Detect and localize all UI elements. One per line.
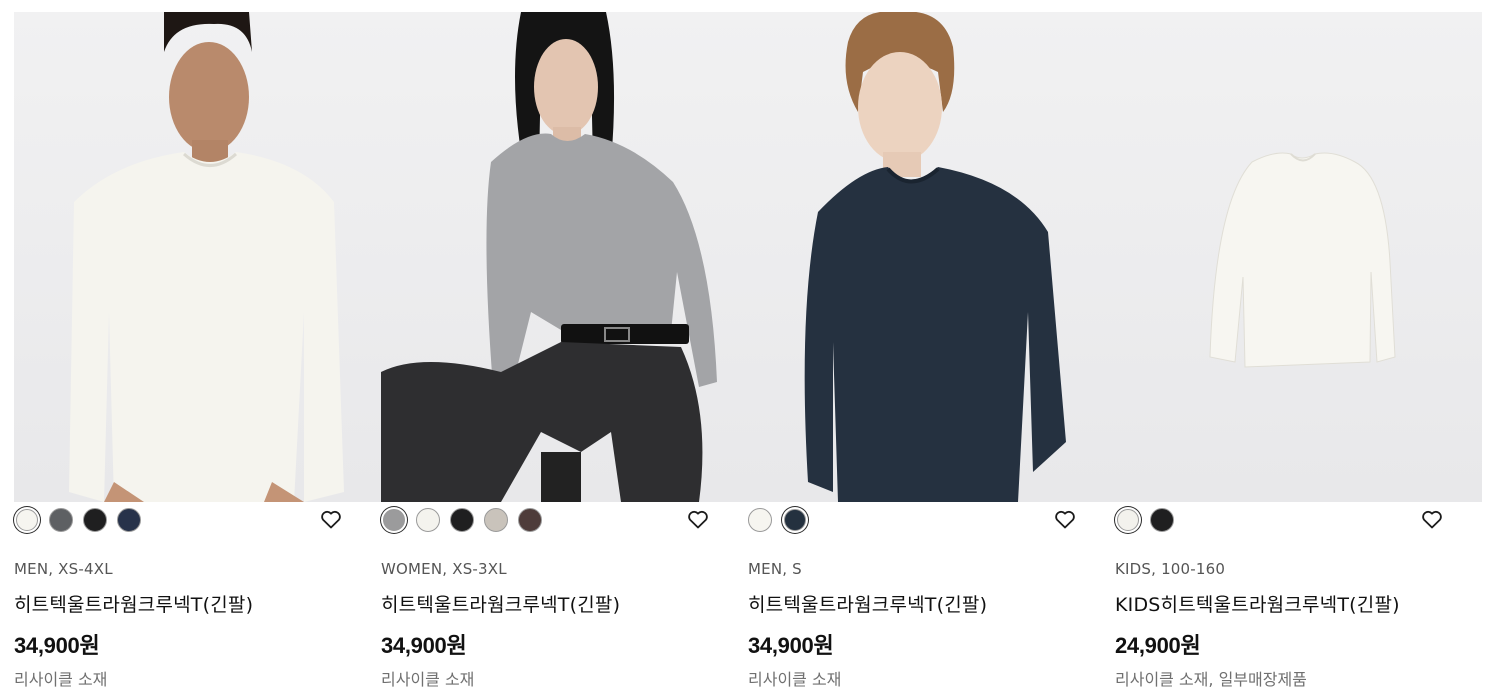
product-card[interactable]: KIDS, 100-160 KIDS히트텍울트라웜크루넥T(긴팔) 24,900… — [1115, 12, 1482, 690]
product-price: 34,900원 — [381, 633, 467, 658]
color-swatch-selected[interactable] — [1117, 509, 1139, 531]
product-price: 34,900원 — [14, 633, 100, 658]
swatch-list — [748, 508, 807, 532]
product-card[interactable]: MEN, XS-4XL 히트텍울트라웜크루넥T(긴팔) 34,900원 리사이클… — [14, 12, 381, 690]
product-card[interactable]: MEN, S 히트텍울트라웜크루넥T(긴팔) 34,900원 리사이클 소재 — [748, 12, 1115, 690]
color-options — [381, 502, 748, 536]
color-swatch[interactable] — [518, 508, 542, 532]
color-swatch-selected[interactable] — [784, 509, 806, 531]
product-price: 24,900원 — [1115, 633, 1201, 658]
color-swatch[interactable] — [1150, 508, 1174, 532]
product-category: MEN, S — [748, 560, 802, 578]
product-note: 리사이클 소재 — [748, 670, 842, 689]
color-swatch[interactable] — [49, 508, 73, 532]
product-note: 리사이클 소재 — [381, 670, 475, 689]
product-name[interactable]: 히트텍울트라웜크루넥T(긴팔) — [14, 590, 381, 616]
color-swatch[interactable] — [117, 508, 141, 532]
color-swatch-selected[interactable] — [16, 509, 38, 531]
product-grid: MEN, XS-4XL 히트텍울트라웜크루넥T(긴팔) 34,900원 리사이클… — [14, 12, 1482, 690]
color-swatch[interactable] — [450, 508, 474, 532]
swatch-list — [381, 508, 542, 532]
product-image[interactable] — [748, 12, 1115, 502]
product-category: WOMEN, XS-3XL — [381, 560, 507, 578]
color-options — [1115, 502, 1482, 536]
color-swatch[interactable] — [484, 508, 508, 532]
color-options — [14, 502, 381, 536]
product-category: KIDS, 100-160 — [1115, 560, 1226, 578]
color-options — [748, 502, 1115, 536]
product-note: 리사이클 소재 — [14, 670, 108, 689]
product-card[interactable]: WOMEN, XS-3XL 히트텍울트라웜크루넥T(긴팔) 34,900원 리사… — [381, 12, 748, 690]
heart-outline-icon[interactable] — [1420, 507, 1444, 531]
product-note: 리사이클 소재, 일부매장제품 — [1115, 670, 1307, 689]
product-category: MEN, XS-4XL — [14, 560, 113, 578]
color-swatch[interactable] — [748, 508, 772, 532]
color-swatch[interactable] — [416, 508, 440, 532]
product-price: 34,900원 — [748, 633, 834, 658]
product-name[interactable]: 히트텍울트라웜크루넥T(긴팔) — [381, 590, 748, 616]
swatch-list — [1115, 508, 1174, 532]
color-swatch-selected[interactable] — [383, 509, 405, 531]
product-image[interactable] — [14, 12, 381, 502]
color-swatch[interactable] — [83, 508, 107, 532]
product-name[interactable]: KIDS히트텍울트라웜크루넥T(긴팔) — [1115, 590, 1482, 616]
product-name[interactable]: 히트텍울트라웜크루넥T(긴팔) — [748, 590, 1115, 616]
heart-outline-icon[interactable] — [1053, 507, 1077, 531]
product-image[interactable] — [381, 12, 748, 502]
heart-outline-icon[interactable] — [319, 507, 343, 531]
swatch-list — [14, 508, 141, 532]
product-image[interactable] — [1115, 12, 1482, 502]
heart-outline-icon[interactable] — [686, 507, 710, 531]
